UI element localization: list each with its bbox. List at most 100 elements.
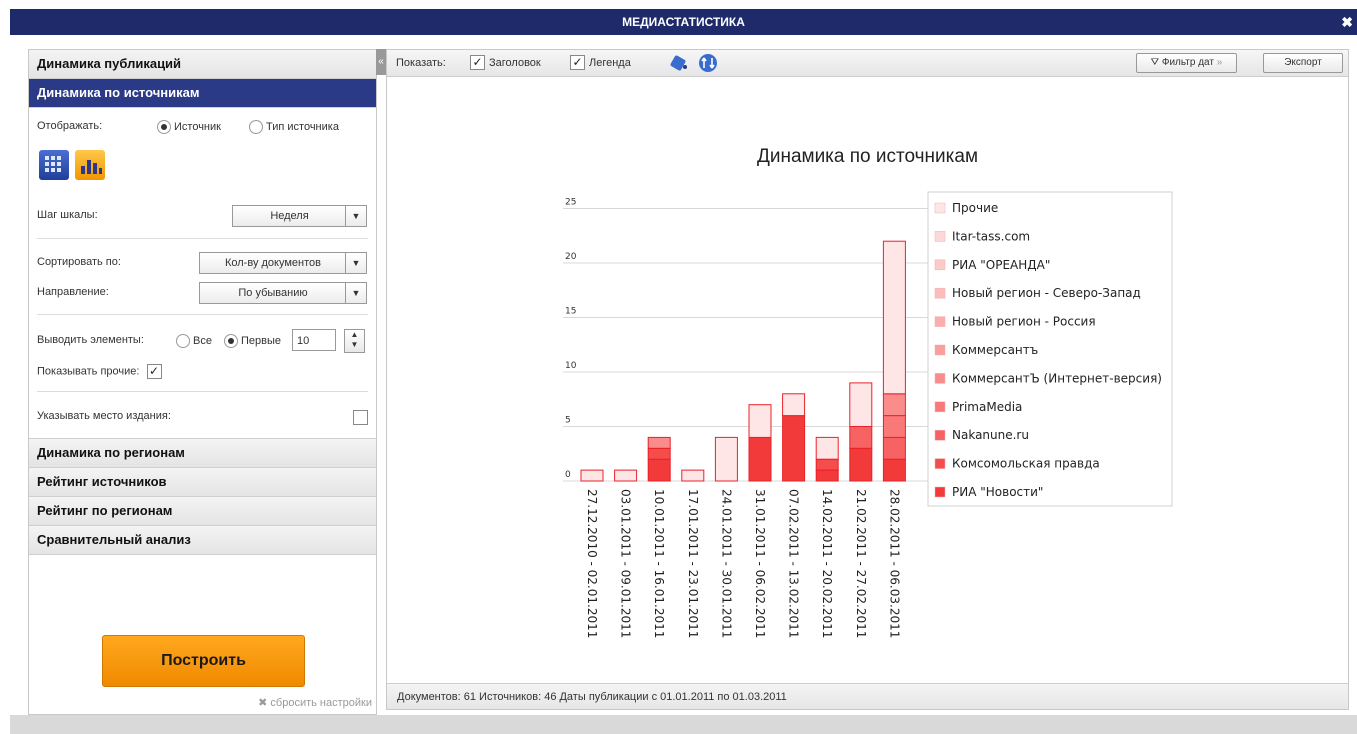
x-tick-label: 27.12.2010 - 02.01.2011 xyxy=(585,489,599,638)
swap-axes-icon[interactable] xyxy=(698,53,718,73)
bar-segment xyxy=(580,469,604,482)
chart-panel: Показать: ✓ Заголовок ✓ Легенда ⛛ Фильтр… xyxy=(386,49,1349,710)
section-rating-sources[interactable]: Рейтинг источников xyxy=(29,468,376,497)
status-bar: Документов: 61 Источников: 46 Даты публи… xyxy=(387,683,1348,709)
close-icon[interactable]: ✖ xyxy=(1341,9,1353,35)
window-titlebar: МЕДИАСТАТИСТИКА ✖ xyxy=(10,9,1357,35)
window-footer xyxy=(10,715,1357,734)
bar-segment xyxy=(882,458,906,482)
settings-panel: Динамика публикаций Динамика по источник… xyxy=(28,49,377,715)
swap-axes-icon-graphic xyxy=(699,54,717,72)
legend-swatch xyxy=(934,401,946,413)
legend-entry: Itar-tass.com xyxy=(952,229,1030,243)
output-label: Выводить элементы: xyxy=(37,334,144,346)
y-tick-label: 10 xyxy=(565,361,577,371)
bar-segment xyxy=(849,382,873,427)
x-tick-label: 21.02.2011 - 27.02.2011 xyxy=(854,489,868,638)
legend-entry: Прочие xyxy=(952,201,998,215)
section-compare[interactable]: Сравнительный анализ xyxy=(29,526,376,555)
show-other-checkbox[interactable]: ✓ xyxy=(146,364,162,379)
x-tick-label: 28.02.2011 - 06.03.2011 xyxy=(887,489,901,638)
stepper-up-icon[interactable]: ▲ xyxy=(345,330,364,340)
legend-entry: Новый регион - Северо-Запад xyxy=(952,286,1141,300)
legend-entry: PrimaMedia xyxy=(952,400,1022,414)
bar-segment xyxy=(647,447,671,460)
date-filter-button[interactable]: ⛛ Фильтр дат » xyxy=(1136,53,1237,73)
chart-toolbar: Показать: ✓ Заголовок ✓ Легенда ⛛ Фильтр… xyxy=(387,50,1348,77)
bar-segment xyxy=(815,436,839,460)
section-publications[interactable]: Динамика публикаций xyxy=(29,50,376,79)
bar-segment xyxy=(882,240,906,395)
bar-segment xyxy=(647,436,671,449)
paint-bucket-icon[interactable] xyxy=(669,53,689,73)
sort-label: Сортировать по: xyxy=(37,256,121,268)
divider xyxy=(37,391,368,392)
reset-settings-label: сбросить настройки xyxy=(270,697,372,709)
radio-source-type[interactable] xyxy=(249,120,263,134)
y-tick-label: 15 xyxy=(565,307,576,317)
bar-segment xyxy=(849,426,873,449)
legend-entry: Новый регион - Россия xyxy=(952,315,1096,329)
export-button[interactable]: Экспорт xyxy=(1263,53,1343,73)
display-label: Отображать: xyxy=(37,120,103,132)
y-tick-label: 0 xyxy=(565,470,571,480)
reset-settings-link[interactable]: ✖ сбросить настройки xyxy=(258,696,372,709)
header-checkbox[interactable]: ✓ xyxy=(470,55,485,70)
radio-all[interactable] xyxy=(176,334,190,348)
bar-segment xyxy=(782,415,806,482)
bar-segment xyxy=(849,447,873,482)
bar-segment xyxy=(815,458,839,471)
radio-source-group: Источник xyxy=(157,120,221,134)
chevron-down-icon: ▼ xyxy=(345,253,366,273)
paint-bucket-icon-graphic xyxy=(670,55,687,71)
bar-segment xyxy=(748,404,772,438)
sort-select[interactable]: Кол-ву документов ▼ xyxy=(199,252,367,274)
place-checkbox[interactable] xyxy=(353,410,368,425)
radio-all-group: Все xyxy=(176,334,212,348)
scale-step-select[interactable]: Неделя ▼ xyxy=(232,205,367,227)
close-icon: ✖ xyxy=(258,697,268,709)
filter-icon: ⛛ xyxy=(1150,57,1160,68)
scale-step-value: Неделя xyxy=(270,210,309,222)
bar-chart-view-icon[interactable] xyxy=(75,150,105,180)
legend-swatch xyxy=(934,373,946,384)
stepper-down-icon[interactable]: ▼ xyxy=(345,340,364,350)
divider xyxy=(37,238,368,239)
y-tick-label: 20 xyxy=(565,252,577,262)
show-other-label: Показывать прочие: xyxy=(37,365,140,378)
bar-segment xyxy=(815,469,839,482)
direction-select[interactable]: По убыванию ▼ xyxy=(199,282,367,304)
legend-swatch xyxy=(934,287,946,299)
legend-swatch xyxy=(934,202,946,214)
bar-segment xyxy=(882,393,906,417)
radio-first[interactable] xyxy=(224,334,238,348)
section-regions[interactable]: Динамика по регионам xyxy=(29,439,376,468)
sources-form: Отображать: Источник Тип источника Шаг ш… xyxy=(29,108,376,439)
direction-value: По убыванию xyxy=(238,287,308,299)
legend-swatch xyxy=(934,344,946,356)
legend-checkbox[interactable]: ✓ xyxy=(570,55,585,70)
y-tick-label: 25 xyxy=(565,198,576,208)
section-sources[interactable]: Динамика по источникам xyxy=(29,79,376,108)
radio-first-group: Первые xyxy=(224,334,281,348)
legend-swatch xyxy=(934,316,946,327)
build-button[interactable]: Построить xyxy=(102,635,305,687)
legend-entry: РИА "Новости" xyxy=(952,485,1043,499)
show-label: Показать: xyxy=(396,57,446,69)
section-rating-regions[interactable]: Рейтинг по регионам xyxy=(29,497,376,526)
scale-step-label: Шаг шкалы: xyxy=(37,209,98,221)
radio-source[interactable] xyxy=(157,120,171,134)
first-count-input[interactable]: 10 xyxy=(292,329,336,351)
place-row: Указывать место издания: xyxy=(37,410,368,425)
count-stepper[interactable]: ▲ ▼ xyxy=(344,329,365,353)
date-filter-label: Фильтр дат xyxy=(1161,57,1214,68)
collapse-panel-icon[interactable]: « xyxy=(376,49,386,75)
y-tick-label: 5 xyxy=(565,416,571,426)
grid-view-icon[interactable] xyxy=(39,150,69,180)
bar-segment xyxy=(882,415,906,438)
bar-segment xyxy=(647,458,671,482)
display-row: Отображать: Источник Тип источника xyxy=(37,120,368,134)
legend-check-label: Легенда xyxy=(589,57,631,69)
legend-swatch xyxy=(934,231,946,242)
bar-segment xyxy=(681,469,705,482)
